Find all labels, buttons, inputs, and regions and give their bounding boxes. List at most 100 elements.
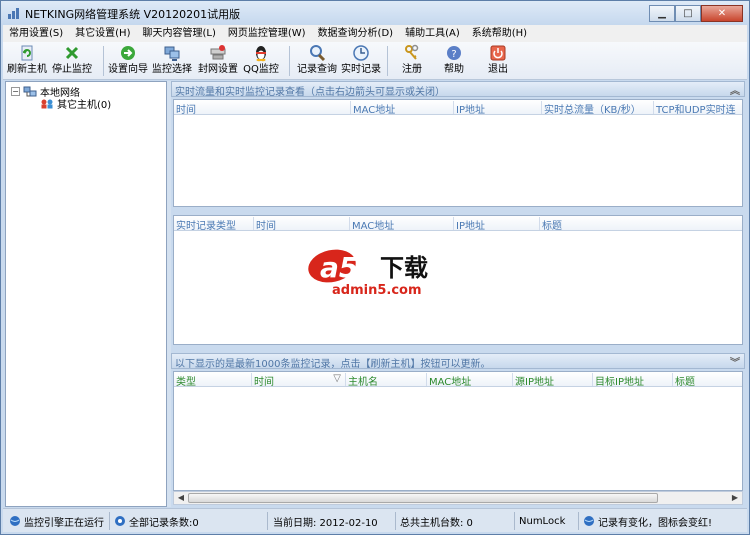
status-divider	[109, 512, 110, 530]
records-grid-header: 类型 时间 ▽ 主机名 MAC地址 源IP地址 目标IP地址 标题	[174, 372, 742, 387]
minimize-button[interactable]: ▁	[649, 5, 675, 22]
menu-data-query[interactable]: 数据查询分析(D)	[312, 25, 400, 42]
column-header-time[interactable]: 时间 ▽	[252, 373, 346, 386]
status-engine: 监控引擎正在运行	[9, 513, 104, 529]
column-header-total-traffic[interactable]: 实时总流量（KB/秒）	[542, 101, 654, 114]
stop-x-icon	[65, 46, 79, 60]
tree-label-other-hosts: 其它主机(0)	[57, 100, 112, 111]
column-header-mac[interactable]: MAC地址	[350, 217, 454, 230]
column-header-title[interactable]: 标题	[540, 217, 742, 230]
watermark-logo-text: a5	[320, 251, 358, 284]
column-header-tcp-udp[interactable]: TCP和UDP实时连	[654, 101, 742, 114]
qq-monitor-button[interactable]: QQ监控	[241, 44, 281, 78]
column-header-time[interactable]: 时间	[254, 217, 350, 230]
column-header-ip[interactable]: IP地址	[454, 217, 540, 230]
toolbar-separator	[289, 46, 290, 76]
column-header-title[interactable]: 标题	[673, 373, 742, 386]
records-panel-header: 以下显示的是最新1000条监控记录，点击【刷新主机】按钮可以更新。 ︾	[171, 353, 745, 370]
collapse-up-icon[interactable]: ︽	[730, 82, 740, 97]
power-icon	[490, 45, 506, 61]
database-icon	[115, 516, 125, 526]
menu-help[interactable]: 系统帮助(H)	[466, 25, 533, 42]
clock-icon	[353, 45, 369, 61]
column-header-record-type[interactable]: 实时记录类型	[174, 217, 254, 230]
column-header-time[interactable]: 时间	[174, 101, 351, 114]
app-window: NETKING网络管理系统 V20120201试用版 ▁ □ ✕ 常用设置(S)…	[0, 0, 750, 535]
menu-chat-content[interactable]: 聊天内容管理(L)	[136, 25, 221, 42]
column-header-dest-ip[interactable]: 目标IP地址	[593, 373, 673, 386]
stop-monitor-button[interactable]: 停止监控	[51, 44, 93, 78]
svg-text:?: ?	[451, 49, 456, 60]
scroll-left-arrow-icon[interactable]: ◀	[174, 492, 188, 504]
window-controls: ▁ □ ✕	[649, 5, 743, 23]
traffic-panel-title: 实时流量和实时监控记录查看（点击右边箭头可显示或关闭）	[175, 87, 445, 98]
computers-icon	[164, 46, 180, 61]
toolbar-separator	[387, 46, 388, 76]
refresh-hosts-button[interactable]: 刷新主机	[7, 44, 47, 78]
horizontal-scrollbar[interactable]: ◀ ▶	[173, 491, 743, 505]
menu-tools[interactable]: 辅助工具(A)	[399, 25, 466, 42]
traffic-panel-header: 实时流量和实时监控记录查看（点击右边箭头可显示或关闭） ︽	[171, 81, 745, 98]
help-button[interactable]: ? 帮助	[441, 44, 467, 78]
watermark-cn-text: 下载	[380, 254, 428, 282]
help-question-icon: ?	[447, 46, 461, 60]
column-header-source-ip[interactable]: 源IP地址	[513, 373, 593, 386]
register-button[interactable]: 注册	[397, 44, 427, 78]
realtime-grid: 实时记录类型 时间 MAC地址 IP地址 标题	[173, 215, 743, 345]
column-header-hostname[interactable]: 主机名	[346, 373, 427, 386]
exit-button[interactable]: 退出	[485, 44, 511, 78]
vertical-splitter[interactable]	[167, 81, 171, 507]
setup-wizard-button[interactable]: 设置向导	[107, 44, 149, 78]
menu-bar: 常用设置(S) 其它设置(H) 聊天内容管理(L) 网页监控管理(W) 数据查询…	[3, 25, 747, 42]
menu-web-monitor[interactable]: 网页监控管理(W)	[222, 25, 312, 42]
column-header-mac[interactable]: MAC地址	[427, 373, 513, 386]
scroll-thumb[interactable]	[188, 493, 658, 503]
block-network-button[interactable]: 封网设置	[197, 44, 239, 78]
network-icon	[23, 86, 37, 96]
network-block-icon	[210, 45, 226, 60]
realtime-grid-header: 实时记录类型 时间 MAC地址 IP地址 标题	[174, 216, 742, 231]
menu-other-settings[interactable]: 其它设置(H)	[69, 25, 136, 42]
refresh-icon	[21, 45, 33, 61]
users-icon	[41, 99, 53, 108]
status-note: 记录有变化，图标会变红!	[583, 513, 712, 529]
scroll-right-arrow-icon[interactable]: ▶	[728, 492, 742, 504]
status-bar: 监控引擎正在运行 全部记录条数:0 当前日期: 2012-02-10 总共主机台…	[3, 508, 747, 532]
status-numlock: NumLock	[519, 515, 566, 527]
collapse-down-icon[interactable]: ︾	[730, 354, 740, 369]
status-host-count: 总共主机台数: 0	[400, 517, 473, 529]
record-query-button[interactable]: 记录查询	[295, 44, 339, 78]
status-divider	[395, 512, 396, 530]
status-divider	[267, 512, 268, 530]
watermark-url-text: admin5.com	[332, 283, 422, 298]
qq-penguin-icon	[256, 46, 266, 62]
tree-node-other-hosts[interactable]: 其它主机(0)	[40, 96, 111, 111]
magnifier-icon	[310, 45, 326, 62]
tree-expander[interactable]: −	[11, 87, 20, 96]
traffic-grid: 时间 MAC地址 IP地址 实时总流量（KB/秒） TCP和UDP实时连	[173, 99, 743, 207]
keys-icon	[405, 44, 419, 60]
menu-common-settings[interactable]: 常用设置(S)	[3, 25, 69, 42]
window-title: NETKING网络管理系统 V20120201试用版	[25, 8, 241, 21]
network-tree: − 本地网络 其它主机(0)	[5, 81, 167, 507]
admin5-watermark-logo: a5 下载 admin5.com	[308, 249, 428, 298]
traffic-grid-header: 时间 MAC地址 IP地址 实时总流量（KB/秒） TCP和UDP实时连	[174, 100, 742, 115]
globe-icon	[584, 516, 594, 526]
title-bar: NETKING网络管理系统 V20120201试用版 ▁ □ ✕	[1, 1, 749, 25]
globe-icon	[10, 516, 20, 526]
sort-desc-icon: ▽	[333, 373, 341, 384]
status-divider	[514, 512, 515, 530]
status-total-records: 全部记录条数:0	[114, 513, 199, 529]
app-icon	[8, 8, 19, 19]
maximize-button[interactable]: □	[675, 5, 701, 22]
column-header-ip[interactable]: IP地址	[454, 101, 542, 114]
column-header-mac[interactable]: MAC地址	[351, 101, 454, 114]
records-panel-title: 以下显示的是最新1000条监控记录，点击【刷新主机】按钮可以更新。	[175, 359, 491, 370]
close-button[interactable]: ✕	[701, 5, 743, 22]
monitor-select-button[interactable]: 监控选择	[151, 44, 193, 78]
column-header-type[interactable]: 类型	[174, 373, 252, 386]
toolbar-separator	[103, 46, 104, 76]
toolbar: 刷新主机 停止监控 设置向导 监控选择 封网设置 QQ监控 记录查询 实时记录 …	[3, 42, 747, 80]
realtime-record-button[interactable]: 实时记录	[339, 44, 383, 78]
status-divider	[578, 512, 579, 530]
